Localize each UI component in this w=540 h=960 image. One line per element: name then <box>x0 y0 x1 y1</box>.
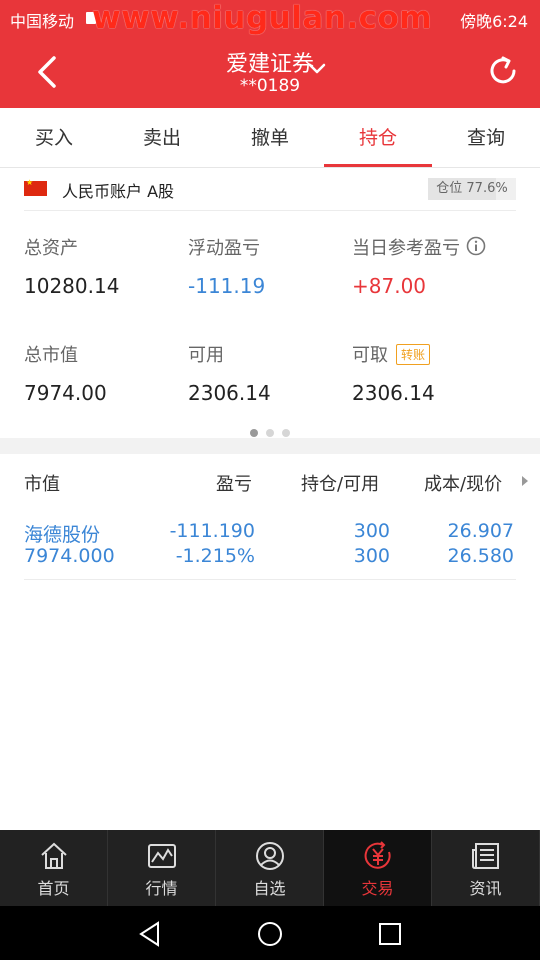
user-icon <box>255 842 284 870</box>
trade-tabs: 买入 卖出 撤单 持仓 查询 <box>0 108 540 168</box>
stock-market-value: 7974.000 <box>24 545 115 567</box>
page-dot <box>250 429 258 437</box>
nav-home[interactable]: 首页 <box>0 830 108 906</box>
col-position[interactable]: 持仓/可用 <box>301 470 379 496</box>
floating-pl-cell: 浮动盈亏 -111.19 <box>188 234 265 298</box>
floating-pl-label: 浮动盈亏 <box>188 238 260 259</box>
withdrawable-label: 可取 <box>352 345 388 366</box>
withdrawable-value: 2306.14 <box>352 381 435 405</box>
daily-pl-value: +87.00 <box>352 274 427 298</box>
scroll-right-icon[interactable] <box>522 476 528 486</box>
page-dot <box>266 429 274 437</box>
account-type-label: 人民币账户 A股 <box>62 182 175 201</box>
market-value-cell: 总市值 7974.00 <box>24 341 107 405</box>
total-assets-value: 10280.14 <box>24 274 120 298</box>
stock-cost: 26.907 <box>447 520 514 542</box>
market-value-value: 7974.00 <box>24 381 107 405</box>
page-dot <box>282 429 290 437</box>
total-assets-label: 总资产 <box>24 238 78 259</box>
transfer-button[interactable]: 转账 <box>396 344 431 365</box>
position-ratio-badge: 仓位 77.6% <box>428 178 516 200</box>
back-triangle-icon[interactable] <box>136 920 164 948</box>
yuan-icon <box>364 841 391 869</box>
section-divider <box>0 438 540 454</box>
news-icon <box>471 843 499 869</box>
nav-market-label: 行情 <box>145 879 178 898</box>
stock-position: 300 <box>353 520 390 542</box>
nav-market[interactable]: 行情 <box>108 830 216 906</box>
nav-trade[interactable]: 交易 <box>324 830 432 906</box>
tab-positions[interactable]: 持仓 <box>324 108 432 167</box>
china-flag-icon <box>24 178 47 196</box>
col-market-value[interactable]: 市值 <box>24 470 60 496</box>
holdings-header: 市值 盈亏 持仓/可用 成本/现价 <box>24 454 540 510</box>
clock-label: 傍晚6:24 <box>460 12 528 31</box>
watermark-text: www.niugulan.com <box>92 0 433 36</box>
carrier-label: 中国移动 <box>10 12 75 31</box>
recents-square-icon[interactable] <box>376 920 404 948</box>
stock-name: 海德股份 <box>24 524 101 546</box>
col-pl[interactable]: 盈亏 <box>216 470 252 496</box>
market-value-label: 总市值 <box>24 345 78 366</box>
daily-pl-cell: 当日参考盈亏 +87.00 <box>352 234 486 298</box>
refresh-icon[interactable] <box>486 54 520 88</box>
tab-query[interactable]: 查询 <box>432 108 540 167</box>
stock-pl: -111.190 <box>169 520 255 542</box>
stock-pl-pct: -1.215% <box>175 545 255 567</box>
nav-watchlist-label: 自选 <box>253 879 286 898</box>
withdrawable-cell: 可取 转账 2306.14 <box>352 341 435 405</box>
nav-news[interactable]: 资讯 <box>432 830 540 906</box>
nav-trade-label: 交易 <box>361 879 394 898</box>
app-header: 爱建证券 **0189 <box>0 36 540 108</box>
position-ratio-label: 仓位 77.6% <box>436 181 508 196</box>
available-value: 2306.14 <box>188 381 271 405</box>
tab-cancel[interactable]: 撤单 <box>216 108 324 167</box>
status-bar: 中国移动 www.niugulan.com 傍晚6:24 <box>0 0 540 36</box>
tab-buy[interactable]: 买入 <box>0 108 108 167</box>
daily-pl-label: 当日参考盈亏 <box>352 238 460 259</box>
home-circle-icon[interactable] <box>256 920 284 948</box>
floating-pl-value: -111.19 <box>188 274 266 298</box>
info-icon[interactable] <box>466 236 486 256</box>
system-nav-bar <box>0 906 540 960</box>
account-number: **0189 <box>239 76 301 96</box>
account-row: 人民币账户 A股 仓位 77.6% <box>24 168 516 211</box>
nav-home-label: 首页 <box>37 879 70 898</box>
nav-watchlist[interactable]: 自选 <box>216 830 324 906</box>
col-cost-price[interactable]: 成本/现价 <box>424 470 502 496</box>
broker-title[interactable]: 爱建证券 <box>0 46 540 78</box>
table-row[interactable]: 海德股份 7974.000 -111.190 -1.215% 300 300 2… <box>24 516 516 580</box>
app-root: 中国移动 www.niugulan.com 傍晚6:24 爱建证券 **0189… <box>0 0 540 960</box>
total-assets-cell: 总资产 10280.14 <box>24 234 119 298</box>
stock-price: 26.580 <box>447 545 514 567</box>
available-cell: 可用 2306.14 <box>188 341 271 405</box>
bottom-nav: 首页 行情 自选 交易 资讯 <box>0 830 540 906</box>
available-label: 可用 <box>188 345 224 366</box>
chart-icon <box>147 844 176 868</box>
nav-news-label: 资讯 <box>469 879 502 898</box>
home-icon <box>40 842 67 869</box>
stock-available: 300 <box>353 545 390 567</box>
tab-sell[interactable]: 卖出 <box>108 108 216 167</box>
